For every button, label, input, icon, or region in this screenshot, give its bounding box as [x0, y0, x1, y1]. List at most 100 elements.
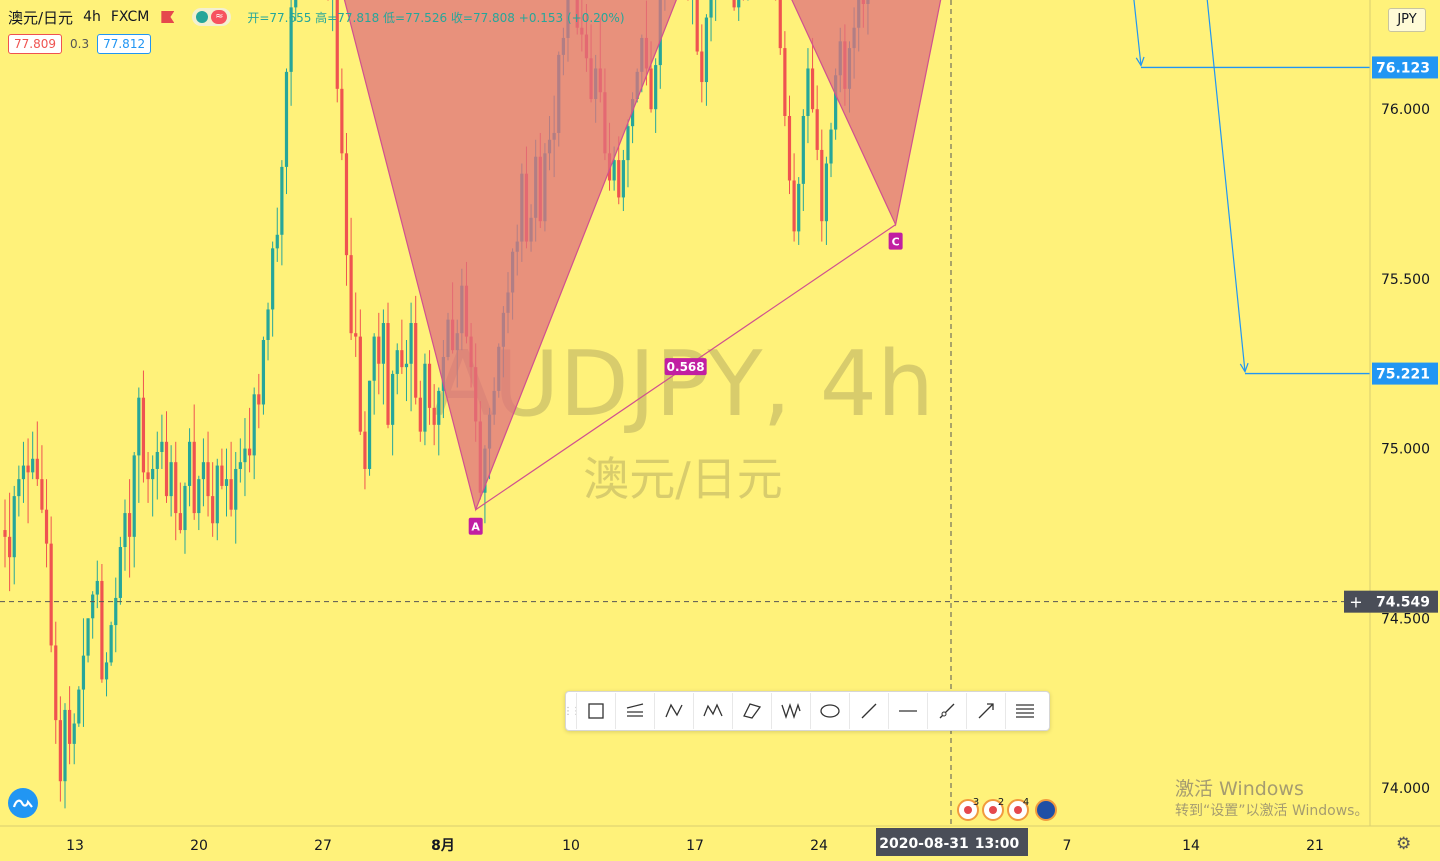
candle-up-body: [118, 547, 122, 598]
xabcd-pattern-icon[interactable]: [693, 693, 732, 729]
candle-up-body: [215, 465, 219, 524]
rectangle-icon[interactable]: [576, 693, 615, 729]
candle-up-body: [404, 363, 409, 368]
market-status-pill[interactable]: ≈: [192, 8, 232, 26]
candle-down-body: [174, 462, 178, 514]
bid-price[interactable]: 77.809: [8, 34, 62, 54]
candle-up-body: [372, 336, 376, 381]
timeframe[interactable]: 4h: [83, 9, 101, 25]
horizontal-lines-icon[interactable]: [1005, 693, 1044, 729]
flag-icon[interactable]: [161, 11, 175, 23]
tradingview-logo-icon[interactable]: [8, 788, 38, 818]
symbol-name[interactable]: 澳元/日元: [8, 7, 73, 28]
time-axis: 13 20 27 8月 10 17 24 7 14 21 2020-08-31 13:00: [0, 825, 1440, 856]
candle-up-body: [737, 0, 741, 8]
horizontal-line-icon[interactable]: [888, 693, 927, 729]
candle-up-body: [86, 618, 90, 656]
candle-up-body: [381, 323, 385, 364]
event-badges: 3 2 4: [957, 797, 1057, 821]
candle-down-body: [792, 180, 796, 232]
chart-header: 澳元/日元 4h FXCM ≈ 开=77.655 高=77.818 低=77.5…: [8, 4, 625, 30]
candle-down-body: [617, 160, 621, 198]
candle-up-body: [806, 68, 810, 116]
candle-up-body: [801, 115, 805, 184]
candle-up-body: [654, 65, 658, 110]
candle-down-body: [146, 472, 150, 480]
candle-down-body: [732, 0, 736, 8]
ask-price[interactable]: 77.812: [97, 34, 152, 54]
candle-up-body: [367, 380, 372, 469]
candle-up-body: [243, 448, 247, 463]
candle-up-body: [12, 496, 16, 558]
drawing-toolbar: ⋮⋮: [563, 691, 1050, 731]
candle-down-body: [418, 397, 422, 432]
candle-down-body: [783, 48, 787, 116]
candle-up-body: [72, 723, 76, 744]
candle-down-body: [400, 350, 404, 368]
candle-up-body: [187, 441, 192, 486]
elliott-wave-icon[interactable]: [771, 693, 810, 729]
candle-down-body: [49, 543, 53, 646]
point-label-c: C: [892, 236, 900, 249]
candle-down-body: [815, 109, 819, 150]
candle-down-body: [54, 645, 58, 721]
market-open-icon: [196, 11, 209, 23]
candle-down-body: [354, 333, 358, 337]
candle-up-body: [391, 373, 395, 425]
candle-up-body: [621, 160, 625, 198]
currency-button[interactable]: JPY: [1388, 8, 1426, 32]
price-chart[interactable]: AUDJPY, 4h澳元/日元XABCD0.9181.6350.5682.376…: [0, 0, 1440, 861]
candle-down-body: [192, 441, 196, 514]
candle-down-body: [649, 68, 653, 110]
delayed-data-icon: ≈: [211, 10, 228, 24]
drag-handle-icon[interactable]: ⋮⋮: [563, 692, 581, 730]
flag-au-icon: [1035, 799, 1057, 821]
candle-up-body: [31, 458, 35, 473]
event-dot: [1014, 806, 1022, 814]
time-tick: 24: [810, 838, 828, 854]
trend-line-icon[interactable]: [849, 693, 888, 729]
candle-down-body: [58, 720, 62, 782]
candle-up-body: [132, 455, 136, 537]
ray-icon[interactable]: [927, 693, 966, 729]
candle-up-body: [77, 689, 81, 724]
fib-channel-icon[interactable]: [615, 693, 654, 729]
candle-up-body: [280, 166, 284, 235]
projection-arrow: [1133, 0, 1142, 66]
candle-up-body: [155, 451, 159, 469]
candle-down-body: [127, 513, 132, 537]
candle-down-body: [820, 149, 824, 222]
candle-up-body: [183, 485, 187, 531]
target-price-tag: 75.221: [1376, 367, 1430, 383]
arrow-line-icon[interactable]: [966, 693, 1005, 729]
abcd-pattern-icon[interactable]: [654, 693, 693, 729]
candle-up-body: [224, 479, 229, 486]
candle-up-body: [409, 323, 413, 364]
event-count: 2: [998, 797, 1004, 808]
candle-down-body: [206, 462, 210, 497]
projection-arrow: [1206, 0, 1246, 372]
event-dot: [989, 806, 997, 814]
triangle-pattern-icon[interactable]: [732, 693, 771, 729]
event-count: 3: [973, 797, 979, 808]
candle-down-body: [349, 255, 353, 334]
crosshair-plus-icon: +: [1349, 593, 1362, 612]
ellipse-icon[interactable]: [810, 693, 849, 729]
candle-down-body: [211, 496, 215, 524]
candle-down-body: [358, 336, 362, 432]
gear-icon[interactable]: ⚙: [1396, 834, 1411, 854]
candle-up-body: [151, 468, 155, 480]
candle-up-body: [709, 0, 713, 18]
time-tick: 7: [1063, 838, 1072, 854]
price-tick: 74.500: [1381, 611, 1430, 627]
candle-down-body: [8, 536, 12, 558]
candle-down-body: [695, 0, 699, 52]
candle-down-body: [363, 431, 367, 469]
price-tick: 75.000: [1381, 442, 1430, 458]
candle-down-body: [700, 51, 704, 83]
target-projections: [1133, 0, 1370, 375]
candle-up-body: [109, 625, 113, 663]
candle-up-body: [197, 479, 201, 514]
candle-down-body: [220, 465, 224, 486]
price-tick: 76.000: [1381, 102, 1430, 118]
